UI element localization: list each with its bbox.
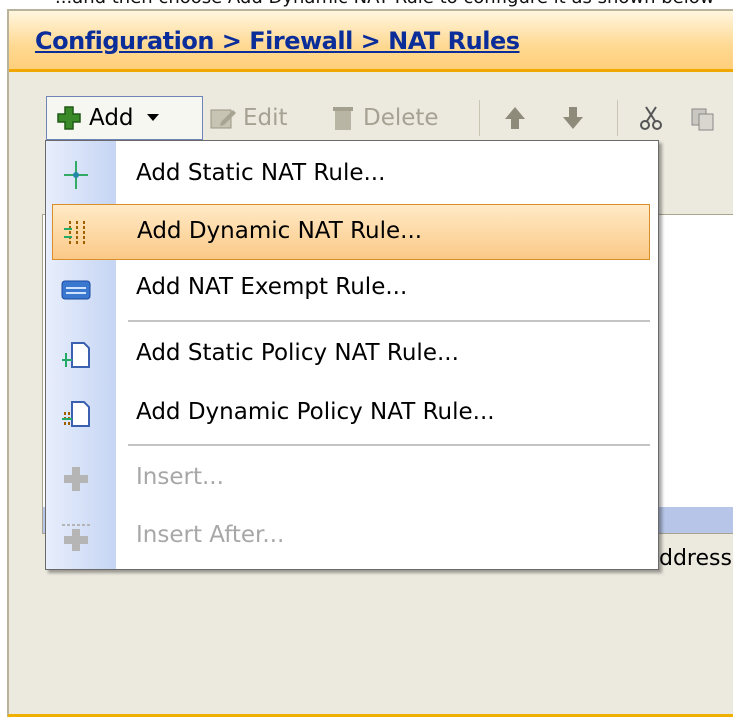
arrow-up-icon xyxy=(505,107,525,129)
menu-item-label: Add Static NAT Rule... xyxy=(136,160,386,186)
nat-exempt-icon xyxy=(61,280,91,300)
chevron-down-icon xyxy=(146,114,159,121)
add-button[interactable]: Add xyxy=(46,96,203,140)
menu-separator xyxy=(128,444,650,446)
edit-icon xyxy=(210,109,236,129)
menu-item-label: Insert After... xyxy=(136,522,285,548)
static-nat-icon xyxy=(64,161,88,189)
menu-item-add-static-nat[interactable]: Add Static NAT Rule... xyxy=(52,147,650,203)
menu-item-insert-after[interactable]: Insert After... xyxy=(52,509,650,565)
scissors-icon xyxy=(640,106,662,130)
cut-button[interactable] xyxy=(637,96,671,140)
menu-separator xyxy=(128,320,650,322)
toolbar-separator xyxy=(617,100,618,136)
delete-button[interactable]: Delete xyxy=(329,96,439,140)
menu-item-insert[interactable]: Insert... xyxy=(52,451,650,507)
plus-icon xyxy=(57,106,81,130)
caption-text: ...and then choose Add Dynamic NAT Rule … xyxy=(55,0,714,8)
toolbar-separator xyxy=(479,100,480,136)
toolbar: Add Edit Delete xyxy=(9,72,733,144)
copy-icon xyxy=(691,108,714,131)
column-header-address: ddress xyxy=(659,546,732,571)
move-down-button[interactable] xyxy=(559,96,593,140)
copy-button[interactable] xyxy=(689,96,723,140)
delete-label: Delete xyxy=(363,105,439,131)
menu-item-add-static-policy-nat[interactable]: Add Static Policy NAT Rule... xyxy=(52,327,650,383)
add-label: Add xyxy=(89,105,134,131)
edit-button[interactable]: Edit xyxy=(209,96,288,140)
menu-item-label: Add Static Policy NAT Rule... xyxy=(136,340,459,366)
add-dropdown-menu: Add Static NAT Rule... Add Dynamic NAT R… xyxy=(45,140,659,570)
menu-item-label: Add NAT Exempt Rule... xyxy=(136,274,408,300)
insert-icon xyxy=(64,467,88,491)
dynamic-nat-icon xyxy=(64,221,85,245)
menu-item-add-dynamic-nat[interactable]: Add Dynamic NAT Rule... xyxy=(52,204,650,260)
insert-after-icon xyxy=(62,524,90,551)
dynamic-policy-nat-icon xyxy=(62,401,90,427)
menu-item-label: Add Dynamic Policy NAT Rule... xyxy=(136,399,495,425)
menu-item-label: Add Dynamic NAT Rule... xyxy=(137,218,423,244)
edit-label: Edit xyxy=(243,105,288,131)
trash-icon xyxy=(333,107,353,130)
menu-item-add-nat-exempt[interactable]: Add NAT Exempt Rule... xyxy=(52,261,650,317)
header-bar: Configuration > Firewall > NAT Rules xyxy=(9,11,733,72)
menu-item-add-dynamic-policy-nat[interactable]: Add Dynamic Policy NAT Rule... xyxy=(52,386,650,442)
static-policy-nat-icon xyxy=(62,342,90,368)
breadcrumb[interactable]: Configuration > Firewall > NAT Rules xyxy=(35,27,520,55)
arrow-down-icon xyxy=(563,107,583,129)
move-up-button[interactable] xyxy=(501,96,535,140)
menu-item-label: Insert... xyxy=(136,464,224,490)
